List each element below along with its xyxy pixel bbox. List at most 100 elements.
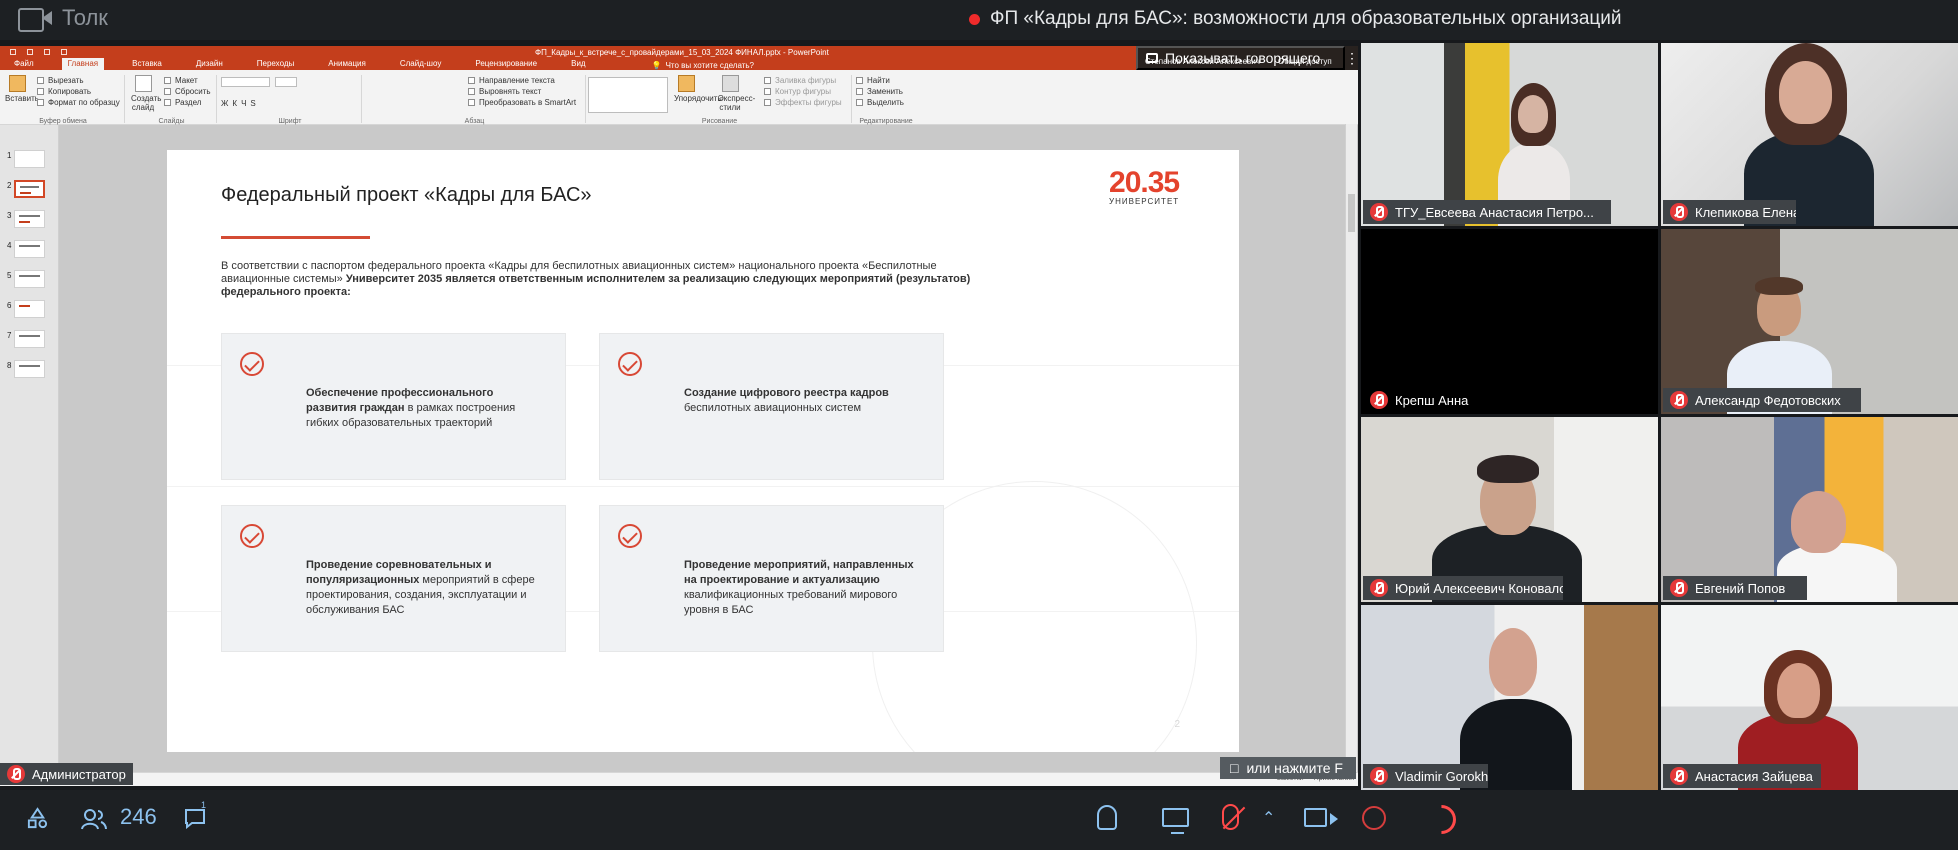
paragraph-actions: Направление текста Выровнять текст Преоб…: [468, 75, 576, 108]
editing-group: Найти Заменить Выделить Редактирование: [854, 75, 918, 125]
share-button[interactable]: Общий доступ: [1278, 57, 1332, 66]
tab-home[interactable]: Главная: [61, 58, 105, 70]
select-button[interactable]: Выделить: [856, 97, 904, 108]
styles-icon: [721, 75, 739, 92]
tab-view[interactable]: Вид: [565, 58, 591, 70]
outline-icon: [764, 88, 771, 95]
tab-review[interactable]: Рецензирование: [469, 58, 543, 70]
microphone-off-icon: [1370, 391, 1388, 409]
tab-design[interactable]: Дизайн: [190, 58, 229, 70]
participant-tile[interactable]: Александр Федотовских: [1661, 229, 1958, 414]
reset-button[interactable]: Сбросить: [164, 86, 211, 97]
participants-icon[interactable]: [81, 808, 107, 830]
slide-thumbnail-active[interactable]: [14, 180, 45, 198]
tab-insert[interactable]: Вставка: [126, 58, 168, 70]
local-user-label: Администратор: [0, 763, 133, 785]
scissors-icon: [37, 77, 44, 84]
record-button[interactable]: [1362, 806, 1386, 830]
participant-tile[interactable]: Клепикова Елена: [1661, 43, 1958, 226]
participant-name-label: Клепикова Елена: [1663, 200, 1796, 224]
shape-outline-button[interactable]: Контур фигуры: [764, 86, 842, 97]
slide-intro: В соответствии с паспортом федерального …: [221, 260, 971, 298]
check-icon: [240, 524, 264, 548]
new-slide-button[interactable]: Создать слайд: [131, 75, 161, 112]
participant-tile[interactable]: Евгений Попов: [1661, 417, 1958, 602]
participant-tile[interactable]: Юрий Алексеевич Коновалов: [1361, 417, 1658, 602]
slide-thumbnail[interactable]: [14, 240, 45, 258]
tell-me-search[interactable]: 💡 Что вы хотите сделать?: [652, 61, 754, 70]
screen-icon: □: [1230, 760, 1239, 776]
reset-icon: [164, 88, 171, 95]
smartart-button[interactable]: Преобразовать в SmartArt: [468, 97, 576, 108]
participant-tile[interactable]: Vladimir Gorokhov: [1361, 605, 1658, 790]
chat-icon[interactable]: [183, 807, 208, 829]
shapes-icon[interactable]: [26, 807, 49, 830]
microphone-off-icon: [1370, 203, 1388, 221]
participant-hair: [1755, 277, 1803, 295]
thumbnail-line: [19, 365, 40, 367]
cut-button[interactable]: Вырезать: [37, 75, 120, 86]
redo-icon[interactable]: [44, 49, 50, 55]
shared-screen: ФП_Кадры_к_встрече_с_провайдерами_15_03_…: [0, 46, 1358, 786]
bold-icon[interactable]: Ж: [221, 99, 228, 108]
paste-button[interactable]: Вставить: [5, 75, 39, 103]
participant-tile[interactable]: Крепш Анна: [1361, 229, 1658, 414]
align-text-button[interactable]: Выровнять текст: [468, 86, 576, 97]
find-button[interactable]: Найти: [856, 75, 904, 86]
result-card: Проведение мероприятий, направленных на …: [599, 505, 944, 652]
thumbnail-accent: [20, 192, 31, 194]
save-icon[interactable]: [10, 49, 16, 55]
layout-icon: [164, 77, 171, 84]
more-options-button[interactable]: ⋮: [1345, 46, 1358, 70]
raise-hand-icon[interactable]: [1097, 805, 1117, 830]
screen-share-icon[interactable]: [1162, 808, 1189, 834]
app-brand: Толк: [18, 5, 108, 32]
section-button[interactable]: Раздел: [164, 97, 211, 108]
slide-thumbnail[interactable]: [14, 210, 45, 228]
current-slide[interactable]: Федеральный проект «Кадры для БАС» 20.35…: [167, 150, 1239, 752]
vertical-scrollbar[interactable]: [1345, 124, 1357, 774]
video-camera-icon[interactable]: [1304, 808, 1338, 827]
tab-file[interactable]: Файл: [8, 58, 40, 70]
participant-tile[interactable]: Анастасия Зайцева: [1661, 605, 1958, 790]
arrange-button[interactable]: Упорядочить: [674, 75, 722, 103]
layout-button[interactable]: Макет: [164, 75, 211, 86]
undo-icon[interactable]: [27, 49, 33, 55]
tab-slideshow[interactable]: Слайд-шоу: [394, 58, 447, 70]
chevron-up-icon[interactable]: ⌃: [1262, 808, 1275, 828]
recording-indicator-icon: [969, 13, 980, 25]
participant-count[interactable]: 246: [112, 804, 157, 830]
underline-icon[interactable]: Ч: [241, 99, 246, 108]
title-accent-line: [221, 236, 370, 239]
microphone-off-button[interactable]: [1222, 804, 1239, 830]
font-name-field[interactable]: [221, 77, 270, 87]
copy-button[interactable]: Копировать: [37, 86, 120, 97]
text-direction-button[interactable]: Направление текста: [468, 75, 576, 86]
italic-icon[interactable]: К: [232, 99, 237, 108]
replace-button[interactable]: Заменить: [856, 86, 904, 97]
format-painter-button[interactable]: Формат по образцу: [37, 97, 120, 108]
presentation-icon[interactable]: [61, 49, 67, 55]
tab-animation[interactable]: Анимация: [322, 58, 372, 70]
participant-tile[interactable]: ТГУ_Евсеева Анастасия Петро...: [1361, 43, 1658, 226]
shape-effects-button[interactable]: Эффекты фигуры: [764, 97, 842, 108]
shape-fill-button[interactable]: Заливка фигуры: [764, 75, 842, 86]
slide-thumbnail[interactable]: [14, 150, 45, 168]
participant-face: [1779, 61, 1832, 124]
shapes-gallery[interactable]: [588, 77, 668, 113]
slide-thumbnail[interactable]: [14, 270, 45, 288]
university-2035-logo: 20.35 УНИВЕРСИТЕТ: [1109, 166, 1180, 206]
font-size-field[interactable]: [275, 77, 297, 87]
slide-thumbnail[interactable]: [14, 300, 45, 318]
leave-call-button[interactable]: [1420, 798, 1463, 841]
express-styles-button[interactable]: Экспресс-стили: [718, 75, 755, 112]
tab-transitions[interactable]: Переходы: [251, 58, 301, 70]
slide-thumbnail[interactable]: [14, 330, 45, 348]
slide-icon: [134, 75, 152, 92]
strike-icon[interactable]: S: [250, 99, 255, 108]
shortcut-hint: □ или нажмите F: [1220, 757, 1356, 779]
quick-access-toolbar: [0, 49, 100, 55]
signed-in-user[interactable]: Степанов Алексей Алексеевич: [1145, 57, 1260, 66]
slide-thumbnail[interactable]: [14, 360, 45, 378]
scroll-thumb[interactable]: [1348, 194, 1355, 232]
